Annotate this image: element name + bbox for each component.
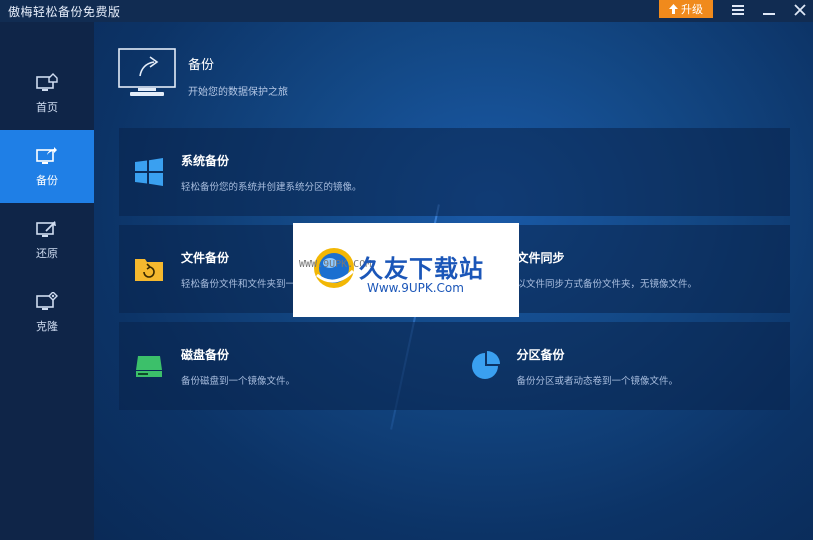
- sidebar-item-restore[interactable]: 还原: [0, 203, 94, 276]
- sidebar-item-backup[interactable]: 备份: [0, 130, 94, 203]
- card-description: 以文件同步方式备份文件夹，无镜像文件。: [516, 278, 698, 290]
- backup-monitor-icon: [118, 48, 176, 96]
- folder-refresh-icon: [133, 253, 165, 285]
- sidebar-item-label: 克隆: [36, 319, 58, 333]
- system-backup-card[interactable]: 系统备份 轻松备份您的系统并创建系统分区的镜像。: [119, 128, 790, 216]
- minimize-icon[interactable]: [757, 0, 781, 20]
- page-subtitle: 开始您的数据保护之旅: [188, 87, 288, 98]
- sidebar: 首页 备份 还原 克隆: [0, 22, 94, 540]
- page-title: 备份: [188, 58, 215, 73]
- home-icon: [36, 72, 58, 91]
- pie-chart-icon: [469, 350, 501, 382]
- page-header: 备份 开始您的数据保护之旅: [118, 48, 288, 98]
- sidebar-item-label: 还原: [36, 246, 58, 260]
- menu-icon[interactable]: [726, 0, 750, 20]
- sidebar-item-home[interactable]: 首页: [0, 57, 94, 130]
- upgrade-button[interactable]: 升级: [659, 0, 713, 18]
- upgrade-arrow-icon: [669, 4, 678, 14]
- partition-backup-card[interactable]: 分区备份 备份分区或者动态卷到一个镜像文件。: [455, 322, 791, 410]
- restore-icon: [36, 220, 56, 237]
- upgrade-label: 升级: [681, 3, 703, 16]
- card-title: 系统备份: [181, 153, 230, 168]
- sidebar-item-clone[interactable]: 克隆: [0, 276, 94, 349]
- watermark-url: Www.9UPK.Com: [367, 281, 464, 295]
- disk-backup-card[interactable]: 磁盘备份 备份磁盘到一个镜像文件。: [119, 322, 455, 410]
- close-icon[interactable]: [788, 0, 812, 20]
- card-title: 文件同步: [516, 250, 565, 265]
- disk-icon: [133, 350, 165, 382]
- backup-icon: [36, 146, 57, 164]
- disk-card-row: 磁盘备份 备份磁盘到一个镜像文件。 分区备份 备份分区或者动态卷到一个镜像文件。: [119, 322, 790, 410]
- card-description: 备份分区或者动态卷到一个镜像文件。: [516, 375, 679, 387]
- sidebar-item-label: 备份: [36, 173, 58, 187]
- watermark-brand: 久友下载站: [359, 255, 484, 283]
- card-title: 分区备份: [516, 347, 565, 362]
- card-description: 备份磁盘到一个镜像文件。: [181, 375, 296, 387]
- app-title: 傲梅轻松备份免费版: [8, 4, 121, 19]
- card-title: 磁盘备份: [181, 347, 230, 362]
- card-description: 轻松备份您的系统并创建系统分区的镜像。: [181, 181, 362, 193]
- watermark-overlay: WWW.9UPK.COM 久友下载站 Www.9UPK.Com: [293, 223, 519, 317]
- sidebar-item-label: 首页: [36, 100, 58, 114]
- windows-icon: [133, 156, 165, 188]
- clone-icon: [36, 291, 58, 310]
